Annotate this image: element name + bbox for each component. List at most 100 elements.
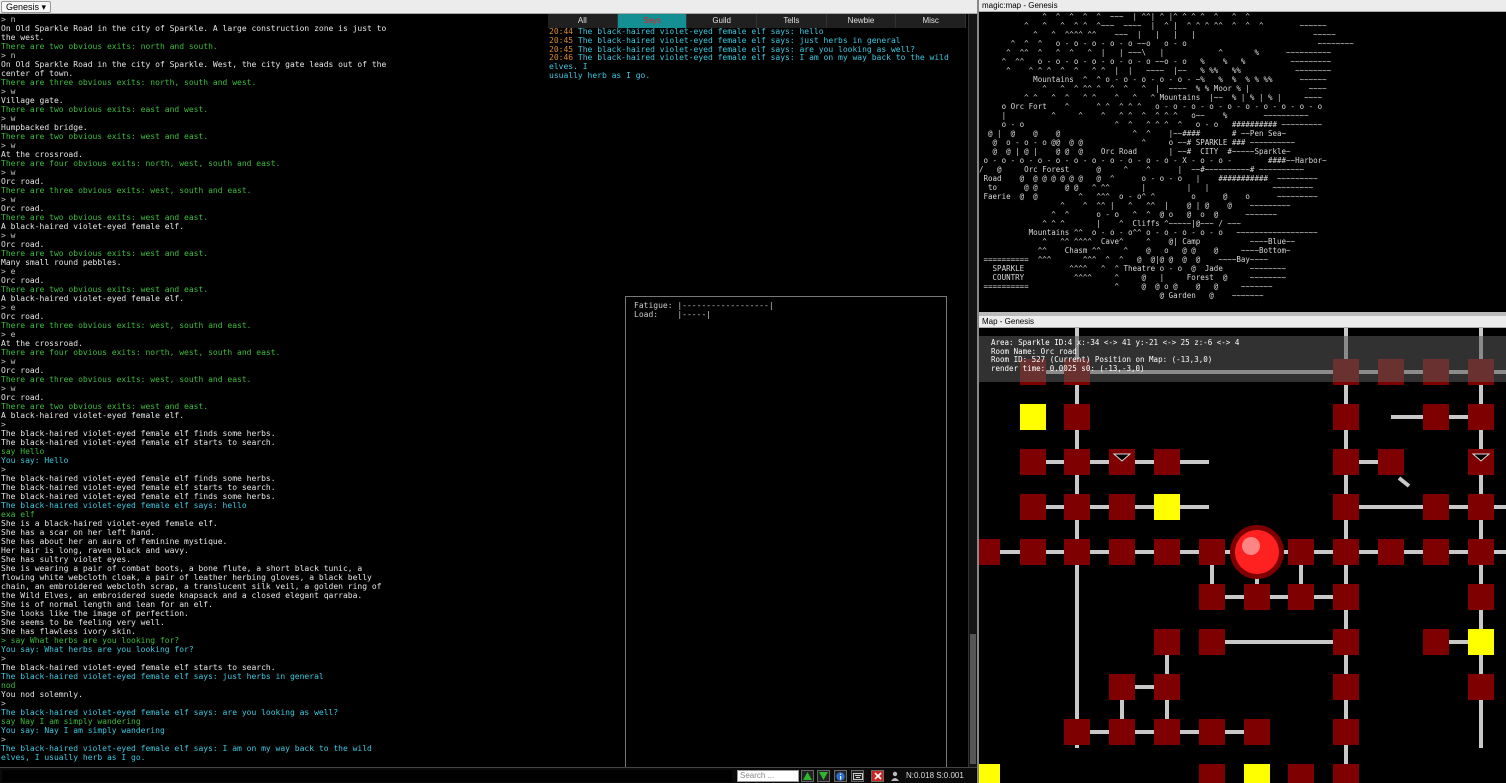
fatigue-label: Fatigue:: [634, 301, 673, 310]
map-room-special[interactable]: [1020, 404, 1046, 430]
map-room[interactable]: [1109, 674, 1135, 700]
map-room[interactable]: [1064, 719, 1090, 745]
map-room[interactable]: [1378, 539, 1404, 565]
map-room[interactable]: [1109, 494, 1135, 520]
map-room[interactable]: [1423, 494, 1449, 520]
tab-tells[interactable]: Tells: [757, 14, 827, 28]
map-room[interactable]: [1199, 629, 1225, 655]
map-room[interactable]: [979, 539, 1000, 565]
output-line: Many small round pebbles.: [1, 258, 122, 267]
output-line: She has flawless ivory skin.: [1, 627, 136, 636]
map-room[interactable]: [1333, 449, 1359, 475]
output-line: > w: [1, 231, 16, 240]
map-room[interactable]: [1423, 629, 1449, 655]
chat-text: The black-haired violet-eyed female elf …: [549, 53, 949, 80]
chat-timestamp: 20:44: [549, 27, 574, 36]
tab-says[interactable]: Says: [617, 14, 688, 28]
map-room[interactable]: [1154, 539, 1180, 565]
map-room[interactable]: [1288, 764, 1314, 783]
map-room[interactable]: [1199, 584, 1225, 610]
map-room[interactable]: [1199, 539, 1225, 565]
map-room[interactable]: [1333, 494, 1359, 520]
map-room[interactable]: [1333, 539, 1359, 565]
map-room-special[interactable]: [1244, 764, 1270, 783]
map-room[interactable]: [1244, 719, 1270, 745]
map-canvas[interactable]: [979, 328, 1506, 783]
map-room[interactable]: [1333, 404, 1359, 430]
output-line: A black-haired violet-eyed female elf.: [1, 411, 185, 420]
map-pane[interactable]: Area: Sparkle ID:4 x:-34 <-> 41 y:-21 <-…: [979, 328, 1506, 783]
map-room[interactable]: [1468, 674, 1494, 700]
map-room[interactable]: [1154, 449, 1180, 475]
scroll-down-button[interactable]: [817, 770, 830, 782]
chat-log: 20:44 The black-haired violet-eyed femal…: [548, 27, 966, 88]
map-room[interactable]: [1109, 539, 1135, 565]
main-output-console[interactable]: > n On Old Sparkle Road in the city of Sp…: [0, 15, 548, 767]
output-line: > w: [1, 168, 16, 177]
map-room[interactable]: [1020, 539, 1046, 565]
map-room[interactable]: [1423, 539, 1449, 565]
map-room-special[interactable]: [1468, 629, 1494, 655]
map-room[interactable]: [1154, 674, 1180, 700]
map-room[interactable]: [1064, 539, 1090, 565]
map-room[interactable]: [1333, 629, 1359, 655]
chat-tab-bar: All Says Guild Tells Newbie Misc: [548, 14, 967, 28]
map-room[interactable]: [1288, 584, 1314, 610]
map-room-special[interactable]: [979, 764, 1000, 783]
map-title: Map - Genesis: [979, 316, 1506, 328]
status-panel: Fatigue: |------------------| Load: |---…: [625, 296, 947, 768]
output-line: Humpbacked bridge.: [1, 123, 88, 132]
map-room[interactable]: [1109, 719, 1135, 745]
map-room[interactable]: [1423, 404, 1449, 430]
map-room[interactable]: [1199, 764, 1225, 783]
output-line: > w: [1, 114, 16, 123]
tab-all[interactable]: All: [548, 14, 618, 28]
disconnect-button[interactable]: [871, 770, 884, 782]
map-room[interactable]: [1064, 494, 1090, 520]
tab-newbie[interactable]: Newbie: [827, 14, 897, 28]
search-input[interactable]: Search ...: [737, 770, 799, 782]
command-input[interactable]: [2, 770, 732, 782]
map-room[interactable]: [1064, 449, 1090, 475]
tab-misc[interactable]: Misc: [896, 14, 967, 28]
map-room[interactable]: [1244, 584, 1270, 610]
map-room[interactable]: [1468, 404, 1494, 430]
arrow-down-icon: [819, 772, 828, 780]
profile-dropdown[interactable]: Genesis ▾: [1, 1, 52, 13]
tab-guild[interactable]: Guild: [687, 14, 758, 28]
load-label: Load:: [634, 310, 659, 319]
map-room[interactable]: [1109, 449, 1135, 475]
map-room[interactable]: [1378, 449, 1404, 475]
output-line: the west.: [1, 33, 45, 42]
map-room[interactable]: [1020, 494, 1046, 520]
chat-text: The black-haired violet-eyed female elf …: [577, 35, 901, 45]
map-room[interactable]: [1468, 449, 1494, 475]
output-line: Her hair is long, raven black and wavy.: [1, 546, 189, 555]
output-line: elves, I usually herb as I go.: [1, 753, 146, 762]
info-button[interactable]: [834, 770, 847, 782]
output-line: > n: [1, 51, 16, 60]
map-room[interactable]: [1333, 764, 1359, 783]
output-line: say Nay I am simply wandering: [1, 717, 141, 726]
scroll-up-button[interactable]: [801, 770, 814, 782]
map-room[interactable]: [1333, 719, 1359, 745]
output-scrollbar[interactable]: [968, 14, 977, 767]
map-room[interactable]: [1064, 404, 1090, 430]
output-line: She is of normal length and lean for an …: [1, 600, 213, 609]
map-room[interactable]: [1020, 449, 1046, 475]
output-line: The black-haired violet-eyed female elf …: [1, 708, 339, 717]
map-room[interactable]: [1333, 584, 1359, 610]
keyboard-button[interactable]: [851, 770, 864, 782]
map-room[interactable]: [1468, 494, 1494, 520]
map-room[interactable]: [1154, 629, 1180, 655]
map-room[interactable]: [1468, 539, 1494, 565]
map-room[interactable]: [1333, 674, 1359, 700]
map-room[interactable]: [1154, 719, 1180, 745]
map-room[interactable]: [1288, 539, 1314, 565]
profile-button[interactable]: [888, 770, 901, 782]
output-line: At the crossroad.: [1, 339, 83, 348]
output-scrollbar-thumb[interactable]: [970, 634, 976, 764]
map-room-special[interactable]: [1154, 494, 1180, 520]
map-room[interactable]: [1468, 584, 1494, 610]
map-room[interactable]: [1199, 719, 1225, 745]
